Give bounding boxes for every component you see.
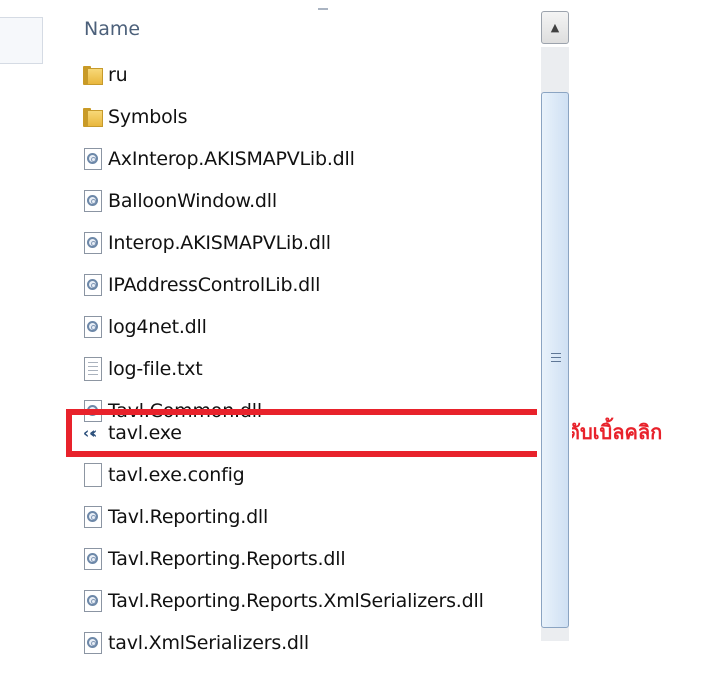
file-name: Symbols: [108, 106, 188, 128]
dll-icon: [78, 311, 108, 343]
file-name: IPAddressControlLib.dll: [108, 274, 321, 296]
dll-icon: [78, 269, 108, 301]
navigation-pane-edge: [0, 17, 43, 64]
file-name: BalloonWindow.dll: [108, 190, 277, 212]
list-item-file[interactable]: tavl.exe.config: [78, 459, 538, 491]
file-name: Tavl.Reporting.Reports.XmlSerializers.dl…: [108, 590, 484, 612]
list-item-file[interactable]: IPAddressControlLib.dll: [78, 269, 538, 301]
column-header-name[interactable]: Name: [84, 18, 140, 40]
highlight-box: [66, 409, 544, 457]
dll-icon: [78, 501, 108, 533]
list-item-file[interactable]: log4net.dll: [78, 311, 538, 343]
file-name: tavl.XmlSerializers.dll: [108, 632, 309, 654]
list-item-folder-symbols[interactable]: Symbols: [78, 101, 538, 133]
folder-icon: [78, 59, 108, 91]
list-item-folder-ru[interactable]: ru: [78, 59, 538, 91]
file-name: AxInterop.AKISMAPVLib.dll: [108, 148, 355, 170]
blank-file-icon: [78, 459, 108, 491]
list-item-file[interactable]: Tavl.Reporting.Reports.XmlSerializers.dl…: [78, 585, 538, 617]
file-name: log4net.dll: [108, 316, 207, 338]
list-item-file[interactable]: log-file.txt: [78, 353, 538, 385]
dll-icon: [78, 627, 108, 659]
dll-icon: [78, 185, 108, 217]
file-name: tavl.exe.config: [108, 464, 245, 486]
dll-icon: [78, 227, 108, 259]
file-name: ru: [108, 64, 128, 86]
list-item-file[interactable]: AxInterop.AKISMAPVLib.dll: [78, 143, 538, 175]
dll-icon: [78, 585, 108, 617]
sort-indicator-icon: [318, 8, 328, 13]
list-item-file[interactable]: BalloonWindow.dll: [78, 185, 538, 217]
scroll-up-button[interactable]: ▲: [541, 11, 569, 44]
annotation-double-click: ดับเบิ้ลคลิก: [567, 420, 663, 444]
dll-icon: [78, 143, 108, 175]
list-item-file[interactable]: Tavl.Reporting.Reports.dll: [78, 543, 538, 575]
grip-icon: [551, 353, 561, 365]
list-item-file[interactable]: Interop.AKISMAPVLib.dll: [78, 227, 538, 259]
file-name: Tavl.Reporting.dll: [108, 506, 269, 528]
list-item-file[interactable]: tavl.XmlSerializers.dll: [78, 627, 538, 659]
file-name: Interop.AKISMAPVLib.dll: [108, 232, 331, 254]
list-item-file[interactable]: Tavl.Reporting.dll: [78, 501, 538, 533]
scrollbar-thumb[interactable]: [541, 92, 569, 628]
folder-icon: [78, 101, 108, 133]
file-name: log-file.txt: [108, 358, 203, 380]
chevron-up-icon: ▲: [550, 21, 560, 34]
file-name: Tavl.Reporting.Reports.dll: [108, 548, 346, 570]
dll-icon: [78, 543, 108, 575]
text-file-icon: [78, 353, 108, 385]
